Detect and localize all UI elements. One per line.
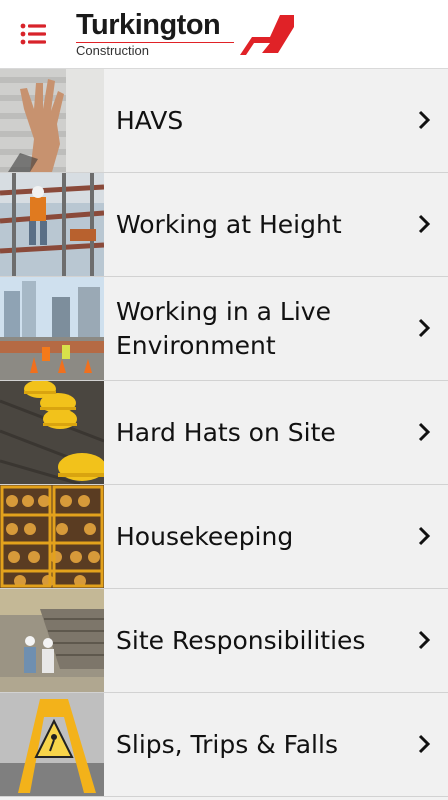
hamburger-menu-button[interactable] — [20, 22, 48, 46]
logo-subtitle: Construction — [76, 43, 149, 58]
chevron-right-icon — [418, 110, 431, 130]
chevron-right-icon — [418, 526, 431, 546]
topic-row-housekeeping[interactable]: Housekeeping — [0, 485, 448, 589]
topic-label: HAVS — [116, 105, 184, 135]
topic-list: HAVS Working at Height Working in a Live… — [0, 69, 448, 800]
topic-label: Working at Height — [116, 209, 342, 239]
chevron-right-icon — [418, 630, 431, 650]
street-works-photo — [0, 277, 104, 380]
topic-row-slips-trips-falls[interactable]: Slips, Trips & Falls — [0, 693, 448, 797]
chevron-right-icon — [418, 734, 431, 754]
storage-cage-photo — [0, 485, 104, 588]
topic-label: Working in a Live Environment — [116, 296, 331, 360]
site-excavation-photo — [0, 589, 104, 692]
chevron-right-icon — [418, 422, 431, 442]
topic-row-working-in-a-live-environment[interactable]: Working in a Live Environment — [0, 277, 448, 381]
topic-label: Housekeeping — [116, 521, 294, 551]
wet-floor-sign-photo — [0, 693, 104, 796]
topic-row-havs[interactable]: HAVS — [0, 69, 448, 173]
hand-photo — [0, 69, 104, 172]
logo-mark-icon — [240, 15, 294, 55]
company-logo[interactable]: Turkington Construction — [76, 9, 296, 60]
hard-hats-photo — [0, 381, 104, 484]
topic-label: Site Responsibilities — [116, 625, 366, 655]
scaffold-worker-photo — [0, 173, 104, 276]
topic-row-working-at-height[interactable]: Working at Height — [0, 173, 448, 277]
topic-label: Slips, Trips & Falls — [116, 729, 338, 759]
chevron-right-icon — [418, 318, 431, 338]
chevron-right-icon — [418, 214, 431, 234]
app-header: Turkington Construction — [0, 0, 448, 69]
logo-name: Turkington — [76, 9, 221, 41]
topic-label: Hard Hats on Site — [116, 417, 336, 447]
topic-row-site-responsibilities[interactable]: Site Responsibilities — [0, 589, 448, 693]
hamburger-icon — [20, 23, 46, 45]
topic-row-hard-hats-on-site[interactable]: Hard Hats on Site — [0, 381, 448, 485]
